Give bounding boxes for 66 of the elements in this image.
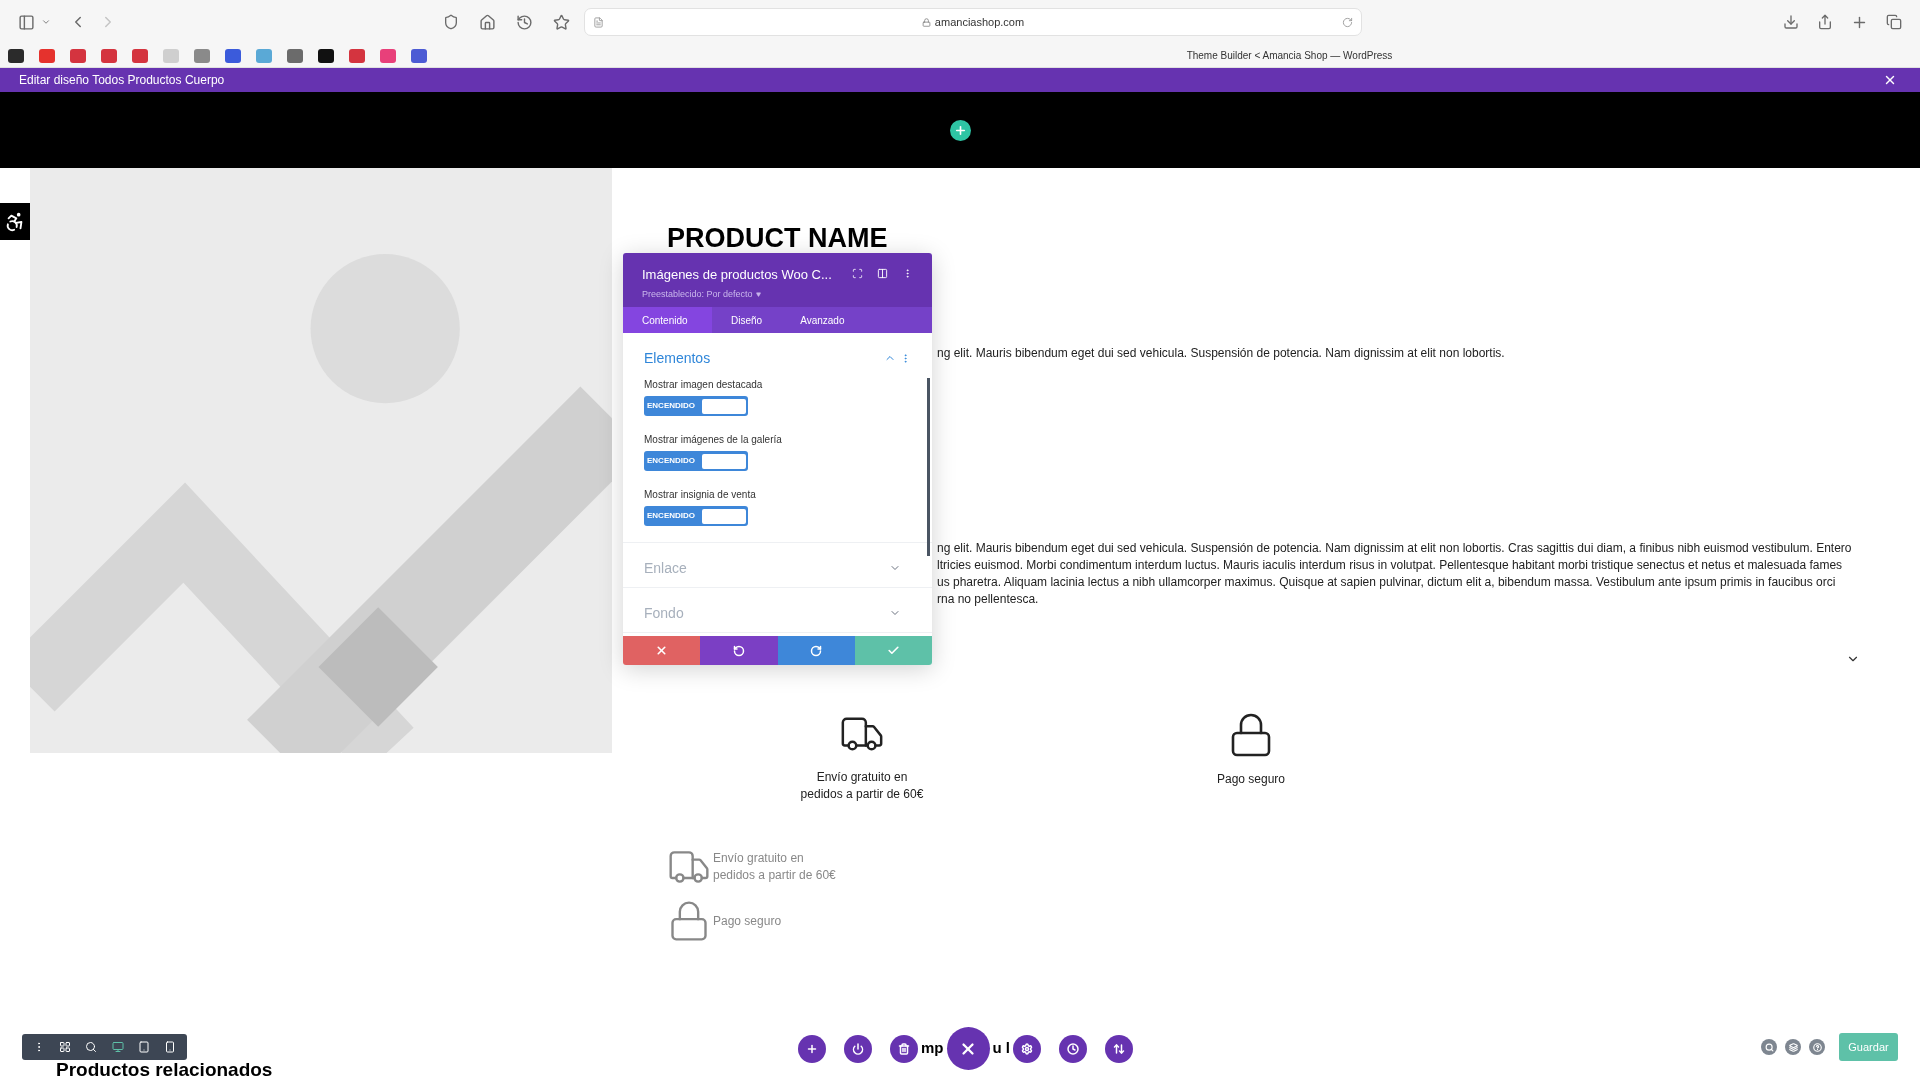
sort-button[interactable]	[1105, 1034, 1133, 1063]
feature-text: Pago seguro	[713, 912, 782, 930]
shield-icon[interactable]	[443, 14, 459, 30]
redo-icon[interactable]	[810, 644, 823, 657]
panel-tab[interactable]: Avanzado	[781, 307, 864, 333]
tabs-overview-icon[interactable]	[1886, 14, 1902, 30]
tab-title[interactable]: Theme Builder < Amancia Shop — WordPress	[1186, 48, 1393, 63]
caret-icon[interactable]	[755, 291, 761, 297]
zoom-icon[interactable]	[85, 1041, 98, 1053]
section-title[interactable]: Elementos	[644, 347, 884, 369]
address-text: amanciashop.com	[934, 14, 1025, 30]
related-heading: Productos relacionados	[56, 1057, 273, 1080]
save-button[interactable]: Guardar	[1839, 1033, 1898, 1061]
wireframe-icon[interactable]	[59, 1041, 72, 1053]
section-title[interactable]: Fondo	[644, 602, 889, 624]
toggle-switch[interactable]: ENCENDIDO	[644, 451, 748, 471]
feature-text: Envío gratuito en pedidos a partir de 60€	[800, 769, 924, 803]
preset-dropdown[interactable]: Preestablecido: Por defecto	[642, 287, 753, 301]
expand-icon[interactable]	[852, 268, 863, 279]
split-view-icon[interactable]	[877, 268, 888, 279]
undo-icon[interactable]	[732, 644, 745, 657]
share-icon[interactable]	[1817, 14, 1833, 30]
bookmark-icon[interactable]	[318, 48, 334, 63]
phone-icon[interactable]	[163, 1041, 176, 1053]
history-button[interactable]	[1059, 1034, 1087, 1063]
add-icon[interactable]	[806, 1042, 818, 1055]
option-label: Mostrar imagen destacada	[644, 378, 764, 392]
toggle-switch[interactable]: ENCENDIDO	[644, 506, 748, 526]
check-button[interactable]	[854, 636, 932, 665]
product-name: PRODUCT NAME	[667, 225, 889, 252]
panel-title: Imágenes de productos Woo C...	[642, 266, 833, 284]
close-icon[interactable]	[1883, 73, 1897, 87]
bookmark-icon[interactable]	[8, 48, 24, 63]
sort-icon[interactable]	[1113, 1042, 1125, 1055]
section-title[interactable]: Enlace	[644, 557, 889, 579]
toggle-switch[interactable]: ENCENDIDO	[644, 396, 748, 416]
sidebar-icon[interactable]	[18, 13, 35, 31]
feature-text: Pago seguro	[1216, 771, 1286, 788]
power-icon[interactable]	[852, 1042, 864, 1055]
settings-button[interactable]	[1013, 1034, 1041, 1063]
panel-tab[interactable]: Diseño	[712, 307, 782, 333]
builder-title: Editar diseño Todos Productos Cuerpo	[19, 72, 226, 89]
close-button[interactable]	[946, 1027, 990, 1070]
undo-button[interactable]	[700, 636, 778, 665]
download-icon[interactable]	[1783, 14, 1799, 30]
feature-text: Envío gratuito en pedidos a partir de 60€	[713, 850, 836, 884]
add-button[interactable]	[798, 1034, 826, 1063]
option-label: Mostrar insignia de venta	[644, 488, 757, 502]
tablet-icon[interactable]	[137, 1041, 150, 1053]
delete-icon[interactable]	[898, 1042, 910, 1055]
heading-fragment: u l	[992, 1038, 1010, 1059]
description: ng elit. Mauris bibendum eget dui sed vehicula. Suspensión de potencia. Nam dignissim at elit non lobortis. Cras sagittis dui diam, a finibus nibh euismod vestibulum. Entero ltricies euismod. Morbi condimentum interdum luctus. Mauris iaculis interdum risus in volutpat. Pellentesque habitant morbi tristique senectus et netus et malesuada fames us pharetra. Aliquam lacinia lectus a nibh ullamcorper maximus. Quisque at sapien pulvinar, dictum elit a, bibendum massa. Vestibulum ante ipsum primis in faucibus orci rna no pellentesca.	[937, 540, 1853, 608]
option-label: Mostrar imágenes de la galería	[644, 433, 783, 447]
lock-icon	[921, 17, 931, 27]
history-icon[interactable]	[516, 13, 533, 31]
short-description: ng elit. Mauris bibendum eget dui sed vehicula. Suspensión de potencia. Nam dignissim at elit non lobortis.	[937, 345, 1506, 362]
desktop-icon[interactable]	[111, 1041, 124, 1053]
home-icon[interactable]	[479, 13, 496, 31]
delete-button[interactable]	[890, 1034, 918, 1063]
heading-fragment: mp	[921, 1038, 944, 1059]
settings-icon[interactable]	[1021, 1042, 1033, 1055]
accessibility-button[interactable]	[0, 203, 30, 240]
power-button[interactable]	[844, 1034, 872, 1063]
star-icon[interactable]	[553, 13, 570, 31]
check-icon[interactable]	[886, 644, 900, 657]
panel-tab[interactable]: Contenido	[623, 307, 712, 333]
